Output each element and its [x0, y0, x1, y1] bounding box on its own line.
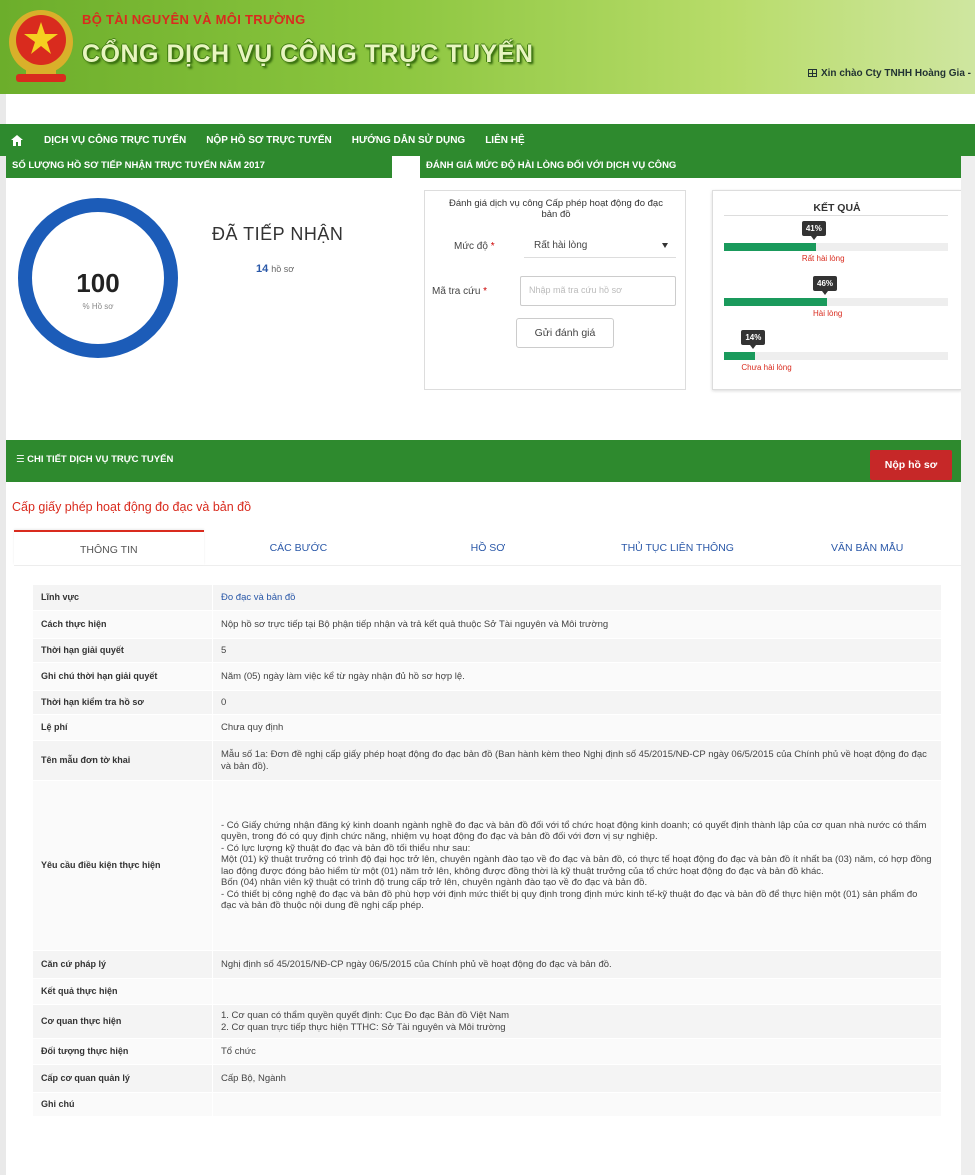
- procedure-title: Cấp giấy phép hoạt động đo đạc và bản đồ: [12, 500, 252, 514]
- level-select[interactable]: Rất hài lòng: [524, 236, 676, 258]
- portal-title: CỔNG DỊCH VỤ CÔNG TRỰC TUYẾN: [82, 40, 534, 68]
- info-key: Lệ phí: [32, 714, 213, 741]
- info-table: Lĩnh vực Đo đạc và bản đồ Cách thực hiện Nộ…: [32, 584, 942, 1117]
- info-table-wrap: Lĩnh vực Đo đạc và bản đồ Cách thực hiện Nộ…: [32, 584, 942, 1117]
- info-value: 1. Cơ quan có thẩm quyền quyết định: Cục…: [212, 1004, 942, 1039]
- submit-application-button[interactable]: Nộp hồ sơ: [870, 450, 952, 480]
- info-value: Năm (05) ngày làm việc kể từ ngày nhận đ…: [212, 662, 942, 691]
- grid-icon: [807, 69, 817, 77]
- info-key: Tên mẫu đơn tờ khai: [32, 740, 213, 781]
- results-panel: [712, 190, 962, 390]
- national-emblem-icon: [9, 10, 73, 82]
- info-row: Thời hạn kiểm tra hồ sơ 0: [32, 690, 942, 715]
- site-header: BỘ TÀI NGUYÊN VÀ MÔI TRƯỜNG CỔNG DỊCH VỤ…: [0, 0, 975, 94]
- info-key: Cấp cơ quan quản lý: [32, 1064, 213, 1093]
- evaluation-header: ĐÁNH GIÁ MỨC ĐỘ HÀI LÒNG ĐỐI VỚI DỊCH VỤ…: [420, 152, 975, 178]
- info-row: Cấp cơ quan quản lý Cấp Bộ, Ngành: [32, 1064, 942, 1093]
- result-bar-fill: [724, 352, 756, 360]
- info-value: [212, 1092, 942, 1117]
- info-value: [212, 978, 942, 1005]
- info-row: Lĩnh vực Đo đạc và bản đồ: [32, 584, 942, 611]
- chevron-down-icon: [662, 243, 668, 248]
- org-name: BỘ TÀI NGUYÊN VÀ MÔI TRƯỜNG: [82, 12, 306, 27]
- result-label: Chưa hài lòng: [741, 363, 792, 372]
- info-value: Nộp hồ sơ trực tiếp tại Bộ phận tiếp nhậ…: [212, 610, 942, 639]
- result-percent-badge: 14%: [741, 330, 766, 349]
- info-value: Cấp Bộ, Ngành: [212, 1064, 942, 1093]
- info-row: Cơ quan thực hiện 1. Cơ quan có thẩm quyề…: [32, 1004, 942, 1039]
- info-row: Kết quả thực hiện: [32, 978, 942, 1005]
- detail-header-title: ☰ CHI TIẾT DỊCH VỤ TRỰC TUYẾN: [16, 454, 174, 465]
- user-greeting[interactable]: Xin chào Cty TNHH Hoàng Gia -: [807, 68, 971, 79]
- tab-templates[interactable]: VĂN BẢN MẪU: [772, 530, 962, 565]
- info-key: Yêu cầu điều kiện thực hiện: [32, 780, 213, 951]
- info-row: Ghi chú thời hạn giải quyết Năm (05) ngày…: [32, 662, 942, 691]
- info-key: Ghi chú thời hạn giải quyết: [32, 662, 213, 691]
- info-row: Cách thực hiện Nộp hồ sơ trực tiếp tại Bộ…: [32, 610, 942, 639]
- info-value: - Có Giấy chứng nhận đăng ký kinh doanh …: [212, 780, 942, 951]
- result-percent-badge: 41%: [801, 221, 826, 240]
- info-key: Cách thực hiện: [32, 610, 213, 639]
- info-row: Tên mẫu đơn tờ khai Mẫu số 1a: Đơn đề ngh…: [32, 740, 942, 781]
- info-key: Đối tượng thực hiện: [32, 1038, 213, 1065]
- info-value: Tổ chức: [212, 1038, 942, 1065]
- tab-linked-procedures[interactable]: THỦ TỤC LIÊN THÔNG: [583, 530, 773, 565]
- result-label: Rất hài lòng: [801, 254, 845, 263]
- info-value: Chưa quy định: [212, 714, 942, 741]
- info-key: Cơ quan thực hiện: [32, 1004, 213, 1039]
- ring-value: 100: [76, 268, 120, 298]
- info-key: Ghi chú: [32, 1092, 213, 1117]
- received-count: 14 hồ sơ: [256, 263, 295, 275]
- info-value: 0: [212, 690, 942, 715]
- info-value[interactable]: Đo đạc và bản đồ: [212, 584, 942, 611]
- results-divider: [724, 215, 948, 216]
- info-key: Thời hạn kiểm tra hồ sơ: [32, 690, 213, 715]
- detail-header: ☰ CHI TIẾT DỊCH VỤ TRỰC TUYẾN: [6, 440, 962, 482]
- nav-item-submit-online[interactable]: NỘP HỒ SƠ TRỰC TUYẾN: [196, 135, 342, 146]
- info-key: Thời hạn giải quyết: [32, 638, 213, 663]
- info-row: Lệ phí Chưa quy định: [32, 714, 942, 741]
- results-title: KẾT QUẢ: [813, 202, 861, 214]
- info-row: Đối tượng thực hiện Tổ chức: [32, 1038, 942, 1065]
- info-key: Lĩnh vực: [32, 584, 213, 611]
- tab-steps[interactable]: CÁC BƯỚC: [204, 530, 394, 565]
- nav-item-contact[interactable]: LIÊN HỆ: [475, 135, 534, 146]
- result-percent-badge: 46%: [813, 276, 838, 295]
- info-value: Mẫu số 1a: Đơn đề nghị cấp giấy phép hoạ…: [212, 740, 942, 781]
- info-key: Căn cứ pháp lý: [32, 950, 213, 979]
- stats-header: SỐ LƯỢNG HỒ SƠ TIẾP NHẬN TRỰC TUYẾN NĂM …: [6, 152, 392, 178]
- result-bar-fill: [724, 243, 816, 251]
- nav-item-online-services[interactable]: DỊCH VỤ CÔNG TRỰC TUYẾN: [34, 135, 196, 146]
- level-label: Mức độ *: [454, 241, 495, 252]
- info-value: Nghị định số 45/2015/NĐ-CP ngày 06/5/201…: [212, 950, 942, 979]
- ring-caption: % Hồ sơ: [82, 302, 114, 311]
- lookup-code-input[interactable]: Nhập mã tra cứu hồ sơ: [520, 276, 676, 306]
- info-row: Ghi chú: [32, 1092, 942, 1117]
- submit-evaluation-button[interactable]: Gửi đánh giá: [516, 318, 614, 348]
- scrollbar-track[interactable]: [961, 156, 975, 1175]
- result-label: Hài lòng: [813, 309, 843, 318]
- received-title: ĐÃ TIẾP NHẬN: [212, 224, 344, 244]
- detail-tabs: THÔNG TIN CÁC BƯỚC HỒ SƠ THỦ TỤC LIÊN TH…: [14, 530, 962, 566]
- info-row: Thời hạn giải quyết 5: [32, 638, 942, 663]
- result-bar-fill: [724, 298, 828, 306]
- nav-item-user-guide[interactable]: HƯỚNG DẪN SỬ DỤNG: [342, 135, 475, 146]
- evaluation-title: Đánh giá dịch vụ công Cấp phép hoạt động…: [449, 198, 663, 220]
- code-label: Mã tra cứu *: [432, 286, 488, 297]
- info-row: Yêu cầu điều kiện thực hiện - Có Giấy chứ…: [32, 780, 942, 951]
- info-value: 5: [212, 638, 942, 663]
- home-icon: [11, 134, 23, 146]
- result-bar-track: [724, 352, 948, 360]
- tab-documents[interactable]: HỒ SƠ: [393, 530, 583, 565]
- result-bar-track: [724, 243, 948, 251]
- result-bar-track: [724, 298, 948, 306]
- info-key: Kết quả thực hiện: [32, 978, 213, 1005]
- info-row: Căn cứ pháp lý Nghị định số 45/2015/NĐ-CP…: [32, 950, 942, 979]
- tab-info[interactable]: THÔNG TIN: [14, 530, 204, 565]
